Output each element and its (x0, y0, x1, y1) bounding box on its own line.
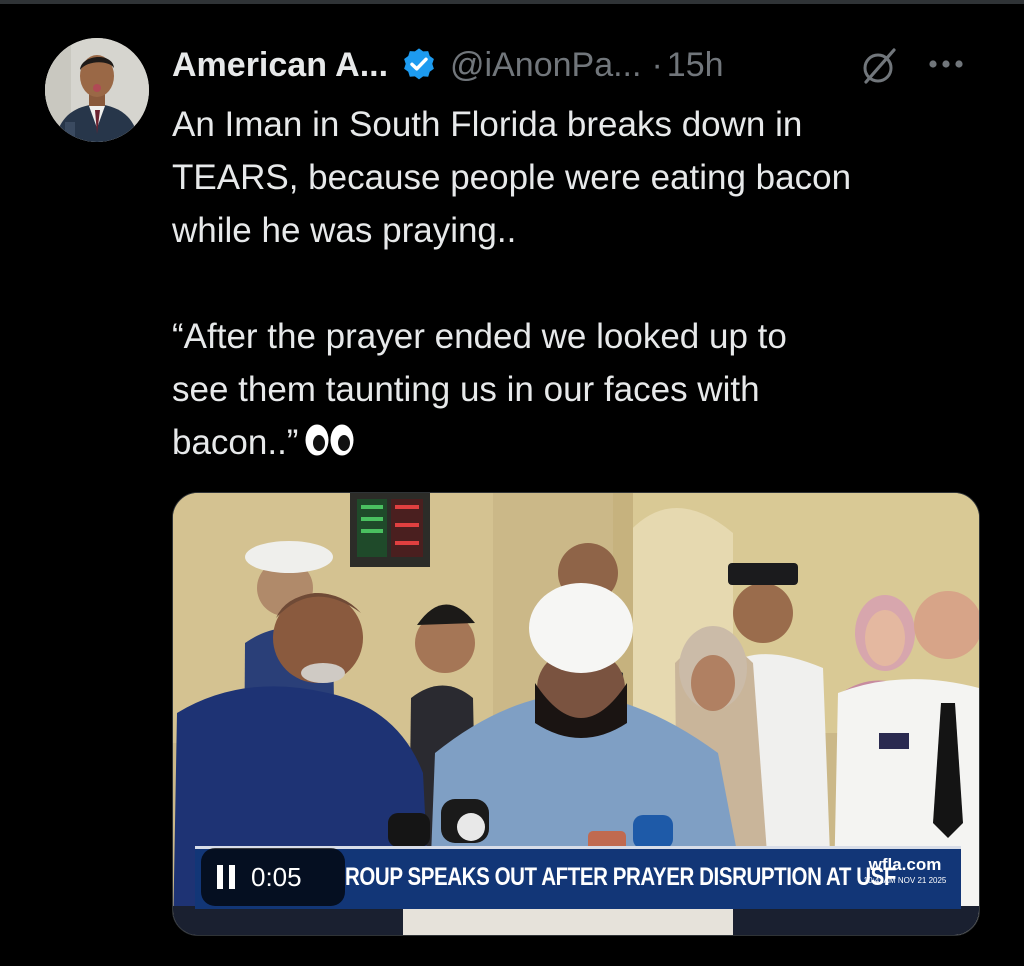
more-icon[interactable] (924, 42, 968, 86)
author-name[interactable]: American A... (172, 46, 388, 85)
eyes-emoji-icon (304, 420, 356, 473)
video-player[interactable]: ROUP SPEAKS OUT AFTER PRAYER DISRUPTION … (172, 492, 980, 936)
grok-icon[interactable] (858, 44, 902, 88)
station-logo: wfla.com 10:42AM NOV 21 2025 (859, 855, 951, 901)
video-controls[interactable]: 0:05 (201, 848, 345, 906)
tweet-text: An Iman in South Florida breaks down in … (172, 98, 992, 473)
top-divider (0, 0, 1024, 4)
ticker-text: ROUP SPEAKS OUT AFTER PRAYER DISRUPTION … (345, 863, 897, 891)
author-handle[interactable]: @iAnonPa... (450, 46, 641, 85)
station-logo-text: wfla.com (868, 855, 942, 874)
tweet-timestamp[interactable]: 15h (667, 46, 724, 85)
verified-badge-icon[interactable] (400, 46, 438, 84)
tweet-body: An Iman in South Florida breaks down in … (172, 105, 852, 462)
avatar-image (45, 38, 149, 142)
video-time: 0:05 (251, 861, 302, 892)
tweet-header: American A... @iAnonPa... · 15h (172, 40, 972, 90)
pause-icon[interactable] (217, 865, 239, 889)
header-separator: · (651, 45, 663, 84)
station-timestamp: 10:42AM NOV 21 2025 (863, 876, 947, 885)
author-avatar[interactable] (45, 38, 149, 142)
